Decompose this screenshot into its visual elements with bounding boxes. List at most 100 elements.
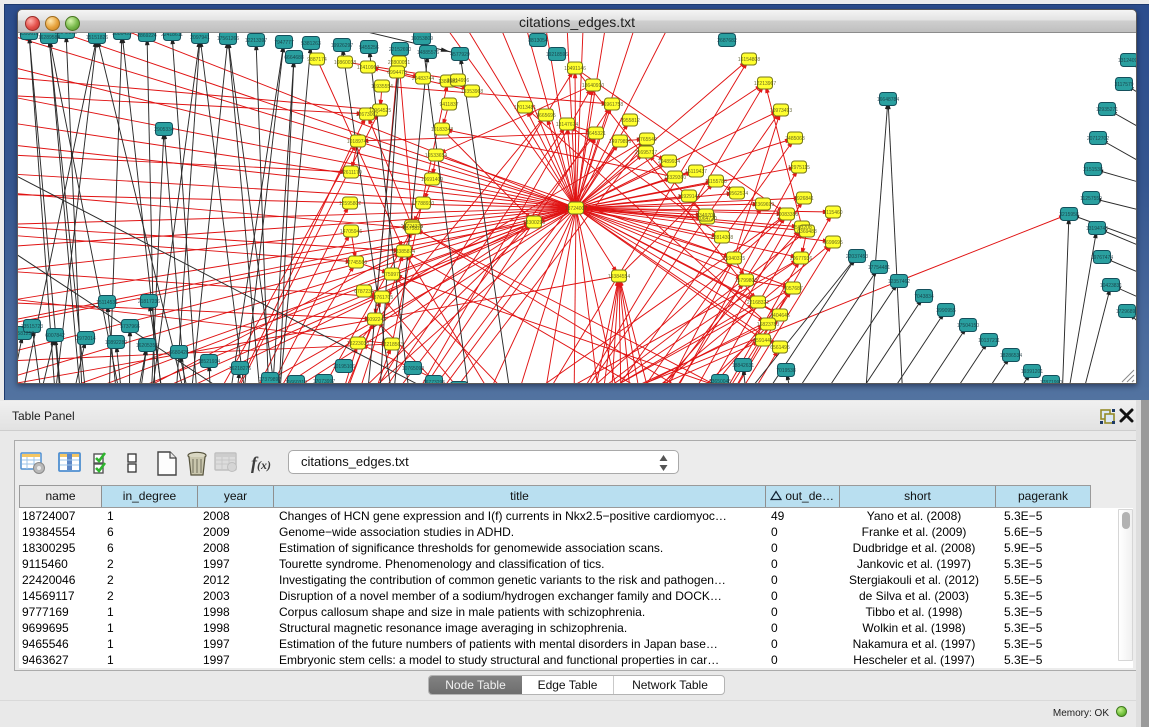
svg-text:13147674: 13147674	[556, 122, 578, 128]
svg-text:22152690: 22152690	[389, 47, 411, 53]
svg-text:6680426: 6680426	[169, 350, 189, 356]
svg-text:10083388: 10083388	[776, 212, 798, 218]
svg-text:18521934: 18521934	[198, 359, 220, 365]
svg-text:10195106: 10195106	[333, 364, 355, 370]
svg-text:1926841: 1926841	[794, 196, 814, 202]
svg-text:20483744: 20483744	[412, 76, 434, 82]
svg-text:9887174: 9887174	[307, 57, 327, 63]
svg-text:18761705: 18761705	[371, 295, 393, 301]
svg-text:7947777: 7947777	[274, 40, 294, 46]
svg-text:12595802: 12595802	[339, 201, 361, 207]
svg-text:16648784: 16648784	[877, 97, 899, 103]
svg-text:19767474: 19767474	[1091, 255, 1113, 261]
svg-text:8349701: 8349701	[696, 213, 716, 219]
svg-text:5381263: 5381263	[301, 41, 321, 47]
svg-text:11660318: 11660318	[285, 380, 307, 383]
svg-text:4577929: 4577929	[450, 52, 470, 58]
svg-text:18724007: 18724007	[565, 206, 587, 212]
svg-text:11935554: 11935554	[371, 84, 393, 90]
svg-text:7043834: 7043834	[914, 294, 934, 300]
svg-text:3645321: 3645321	[586, 131, 606, 137]
svg-text:2404645: 2404645	[770, 313, 790, 319]
svg-text:19353968: 19353968	[461, 89, 483, 95]
svg-text:2151538: 2151538	[1083, 167, 1103, 173]
svg-text:21929143: 21929143	[678, 194, 700, 200]
svg-text:6765549: 6765549	[637, 137, 657, 143]
svg-text:6561495: 6561495	[770, 345, 790, 351]
svg-text:9699695: 9699695	[823, 240, 843, 246]
svg-text:3117579: 3117579	[1114, 82, 1133, 88]
svg-text:9115460: 9115460	[823, 210, 842, 216]
svg-text:2905334: 2905334	[154, 127, 174, 133]
svg-text:18842631: 18842631	[732, 363, 754, 369]
svg-text:11155788: 11155788	[705, 179, 727, 185]
svg-text:12357462: 12357462	[888, 279, 910, 285]
svg-text:16823783: 16823783	[757, 322, 779, 328]
svg-text:22800051: 22800051	[388, 60, 410, 66]
svg-text:8813054: 8813054	[528, 38, 548, 44]
svg-text:16914996: 16914996	[447, 78, 469, 84]
svg-text:14979896: 14979896	[609, 139, 631, 145]
svg-text:2869224: 2869224	[137, 33, 157, 39]
svg-text:9411837: 9411837	[439, 102, 458, 108]
svg-text:10973493: 10973493	[770, 108, 792, 114]
svg-text:19384554: 19384554	[608, 274, 630, 280]
svg-text:13515723: 13515723	[21, 324, 43, 330]
svg-text:18640910: 18640910	[582, 83, 604, 89]
svg-text:17073997: 17073997	[313, 379, 335, 383]
svg-text:17788930: 17788930	[412, 201, 434, 207]
svg-text:14705946: 14705946	[340, 229, 362, 235]
svg-text:10491146: 10491146	[564, 66, 586, 72]
svg-text:7057687: 7057687	[783, 286, 803, 292]
svg-text:18286534: 18286534	[1000, 353, 1022, 359]
svg-text:6664688: 6664688	[284, 55, 304, 61]
svg-text:6369483: 6369483	[797, 229, 817, 235]
svg-text:17561266: 17561266	[217, 36, 239, 42]
svg-text:17754481: 17754481	[868, 265, 890, 271]
svg-text:22814308: 22814308	[711, 235, 733, 241]
svg-text:15119437: 15119437	[685, 169, 707, 175]
svg-text:9395616: 9395616	[19, 33, 39, 37]
svg-text:17296891: 17296891	[1116, 309, 1136, 315]
svg-text:21817236: 21817236	[138, 299, 160, 305]
svg-text:21940375: 21940375	[723, 256, 745, 262]
svg-text:5886499: 5886499	[112, 33, 132, 37]
svg-text:5737966: 5737966	[120, 324, 140, 330]
svg-text:8591441: 8591441	[753, 338, 773, 344]
svg-text:5455256: 5455256	[359, 45, 379, 51]
svg-text:10892280: 10892280	[105, 340, 127, 346]
svg-text:12410969: 12410969	[357, 65, 379, 71]
svg-text:19562574: 19562574	[726, 191, 748, 197]
svg-text:10691409: 10691409	[421, 177, 443, 183]
svg-text:12673067: 12673067	[356, 112, 378, 118]
svg-text:17013481: 17013481	[514, 105, 536, 111]
svg-text:18300295: 18300295	[523, 220, 545, 226]
svg-text:22369699: 22369699	[752, 202, 774, 208]
svg-text:16154808: 16154808	[738, 57, 760, 63]
svg-text:17379897: 17379897	[259, 377, 281, 383]
svg-text:10183348: 10183348	[431, 127, 453, 133]
svg-text:7955812: 7955812	[620, 118, 640, 124]
svg-text:13650045: 13650045	[709, 379, 731, 383]
svg-text:7019538: 7019538	[776, 368, 796, 374]
svg-text:22842809: 22842809	[55, 33, 77, 36]
svg-text:21695717: 21695717	[635, 150, 657, 156]
svg-text:20712702: 20712702	[1087, 136, 1109, 142]
svg-text:12213967: 12213967	[754, 81, 776, 87]
svg-text:16961758: 16961758	[601, 102, 623, 108]
svg-text:14885576: 14885576	[417, 50, 439, 56]
svg-text:10189741: 10189741	[347, 139, 369, 145]
svg-text:16773295: 16773295	[423, 380, 445, 383]
svg-text:16053809: 16053809	[411, 36, 433, 42]
svg-text:5759971: 5759971	[382, 272, 402, 278]
svg-text:3215958: 3215958	[1059, 212, 1079, 218]
svg-text:15114531: 15114531	[96, 300, 118, 306]
svg-text:13223030: 13223030	[347, 341, 369, 347]
svg-text:20489934: 20489934	[658, 159, 680, 165]
svg-text:13194746: 13194746	[1086, 226, 1108, 232]
svg-text:17504150: 17504150	[957, 323, 979, 329]
svg-text:16205355: 16205355	[136, 343, 158, 349]
svg-text:6007842: 6007842	[45, 333, 65, 339]
svg-text:3990955: 3990955	[936, 308, 956, 314]
svg-text:2687682: 2687682	[717, 38, 737, 44]
